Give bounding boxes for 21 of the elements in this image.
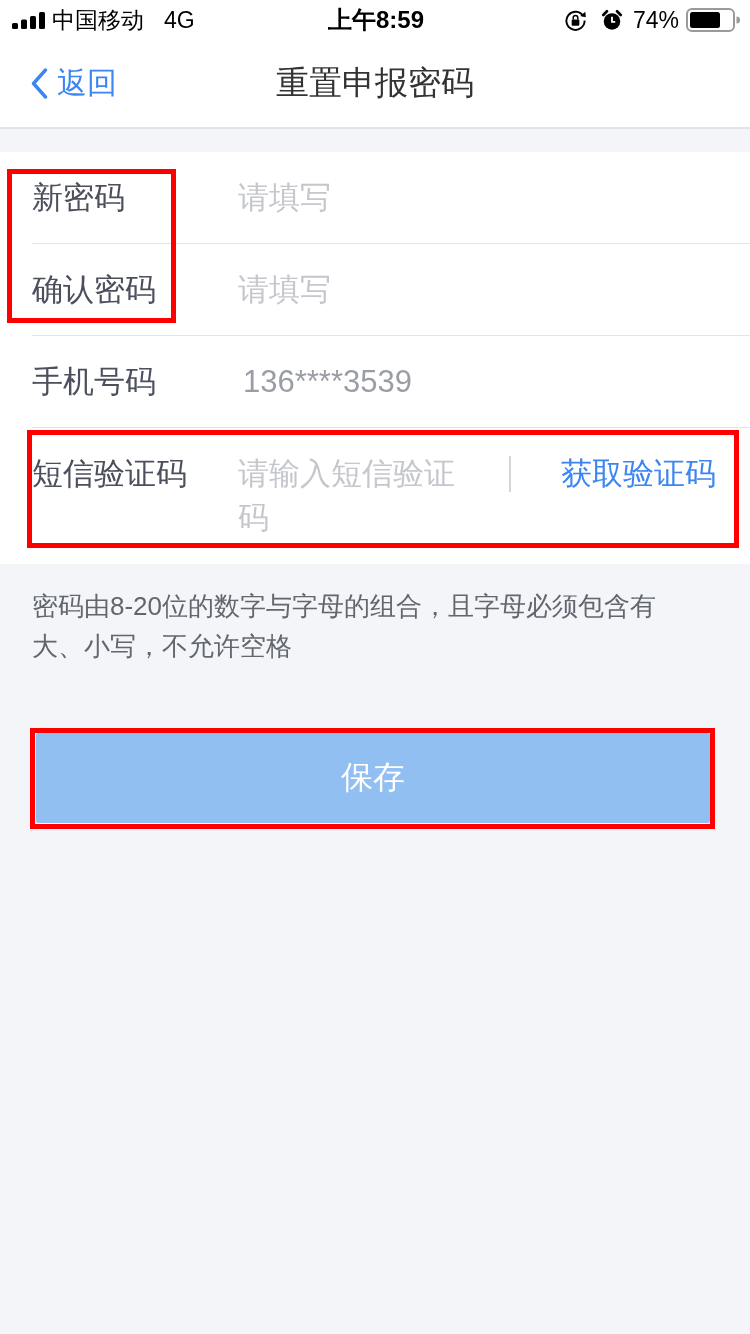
- input-field[interactable]: 请填写: [238, 267, 750, 312]
- status-time: 上午8:59: [327, 5, 424, 35]
- field-label: 短信验证码: [32, 455, 187, 493]
- chevron-left-icon: [31, 68, 48, 99]
- hint-text: 密码由8-20位的数字与字母的组合，且字母必须包含有大、小写，不允许空格: [32, 590, 658, 663]
- battery-icon: [686, 8, 740, 32]
- page-title: 重置申报密码: [276, 63, 474, 103]
- alarm-clock-icon: [600, 9, 623, 31]
- input-field[interactable]: 请输入短信验证码: [238, 452, 482, 540]
- battery-percent: 74%: [632, 6, 679, 34]
- input-field[interactable]: 请填写: [238, 175, 750, 220]
- field-label: 新密码: [32, 178, 125, 217]
- network-type: 4G: [164, 6, 195, 34]
- get-code-button[interactable]: 获取验证码: [561, 452, 716, 496]
- signal-icon: [12, 11, 45, 29]
- orientation-lock-icon: [563, 8, 587, 32]
- field-label: 手机号码: [32, 362, 156, 401]
- field-label: 确认密码: [32, 270, 156, 309]
- back-button[interactable]: 返回: [31, 63, 117, 104]
- field-value: 136****3539: [243, 362, 412, 401]
- carrier-name: 中国移动: [52, 5, 144, 35]
